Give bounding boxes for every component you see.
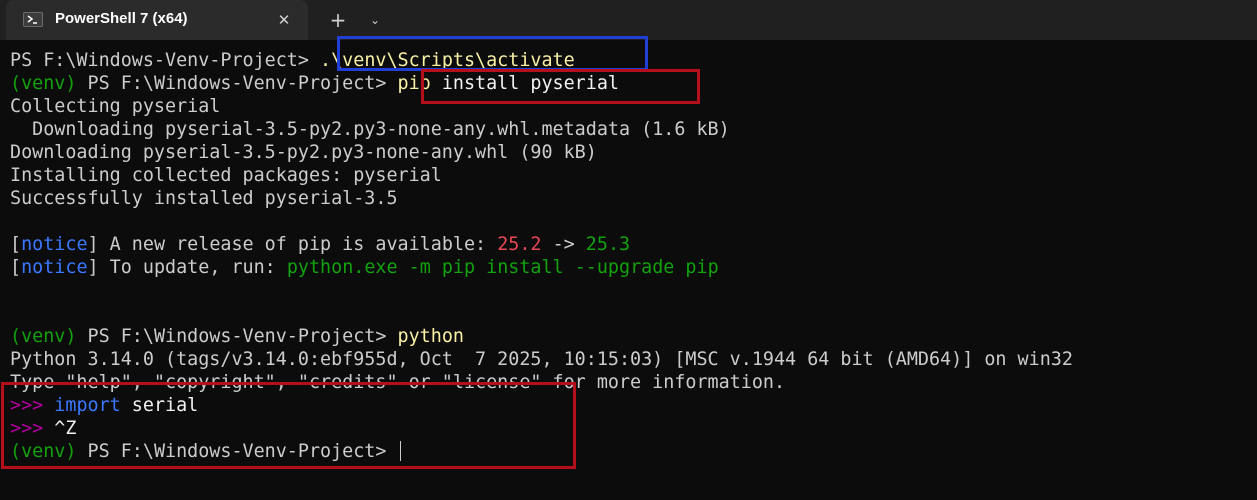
terminal-line: Installing collected packages: pyserial (10, 165, 442, 186)
notice-text: A new release of pip is available: (98, 234, 498, 255)
bracket: [ (10, 257, 22, 278)
terminal-line: Collecting pyserial (10, 96, 221, 117)
bracket: ] (87, 234, 99, 255)
repl-input: ^Z (54, 418, 77, 439)
prompt: PS F:\Windows-Venv-Project> (76, 73, 398, 94)
notice-text: To update, run: (98, 257, 287, 278)
new-tab-button[interactable]: + (324, 7, 352, 33)
python-help-text: Type "help", "copyright", "credits" or "… (10, 372, 786, 393)
repl-prompt: >>> (10, 395, 55, 416)
terminal-line: Downloading pyserial-3.5-py2.py3-none-an… (10, 119, 730, 140)
prompt: PS F:\Windows-Venv-Project> (10, 50, 321, 71)
venv-indicator: (venv) (10, 441, 77, 462)
command-args: install pyserial (430, 73, 619, 94)
bracket: [ (10, 234, 22, 255)
terminal-line: (venv) PS F:\Windows-Venv-Project> (10, 440, 1250, 463)
command: pip (397, 73, 431, 94)
venv-indicator: (venv) (10, 73, 77, 94)
terminal-line: (venv) PS F:\Windows-Venv-Project> pytho… (10, 325, 1250, 348)
terminal-line: (venv) PS F:\Windows-Venv-Project> pip i… (10, 72, 1250, 95)
notice-line: [notice] To update, run: python.exe -m p… (10, 256, 1250, 279)
venv-indicator: (venv) (10, 326, 77, 347)
prompt: PS F:\Windows-Venv-Project> (76, 326, 398, 347)
repl-input: serial (120, 395, 199, 416)
notice-tag: notice (21, 257, 88, 278)
new-version: 25.3 (585, 234, 631, 255)
notice-tag: notice (21, 234, 88, 255)
command: python (397, 326, 464, 347)
tab-powershell[interactable]: PowerShell 7 (x64) ✕ (6, 0, 308, 40)
old-version: 25.2 (497, 234, 542, 255)
arrow: -> (541, 234, 586, 255)
upgrade-command: python.exe -m pip install --upgrade pip (286, 257, 719, 278)
close-icon[interactable]: ✕ (274, 10, 294, 30)
title-bar: PowerShell 7 (x64) ✕ + ⌄ (0, 0, 1257, 40)
repl-line: >>> ^Z (10, 417, 1250, 440)
terminal-output[interactable]: PS F:\Windows-Venv-Project> .\venv\Scrip… (10, 49, 1250, 463)
text-cursor (399, 441, 402, 461)
powershell-icon (23, 12, 43, 27)
python-keyword: import (54, 395, 121, 416)
tab-title: PowerShell 7 (x64) (55, 10, 188, 27)
prompt: PS F:\Windows-Venv-Project> (76, 441, 398, 462)
python-banner: Python 3.14.0 (tags/v3.14.0:ebf955d, Oct… (10, 349, 1073, 370)
chevron-down-icon[interactable]: ⌄ (362, 7, 388, 33)
command: .\venv\Scripts\activate (320, 50, 575, 71)
terminal-line: Successfully installed pyserial-3.5 (10, 188, 398, 209)
repl-line: >>> import serial (10, 394, 1250, 417)
notice-line: [notice] A new release of pip is availab… (10, 233, 1250, 256)
terminal-line: PS F:\Windows-Venv-Project> .\venv\Scrip… (10, 49, 1250, 72)
repl-prompt: >>> (10, 418, 55, 439)
terminal-line: Downloading pyserial-3.5-py2.py3-none-an… (10, 142, 597, 163)
bracket: ] (87, 257, 99, 278)
